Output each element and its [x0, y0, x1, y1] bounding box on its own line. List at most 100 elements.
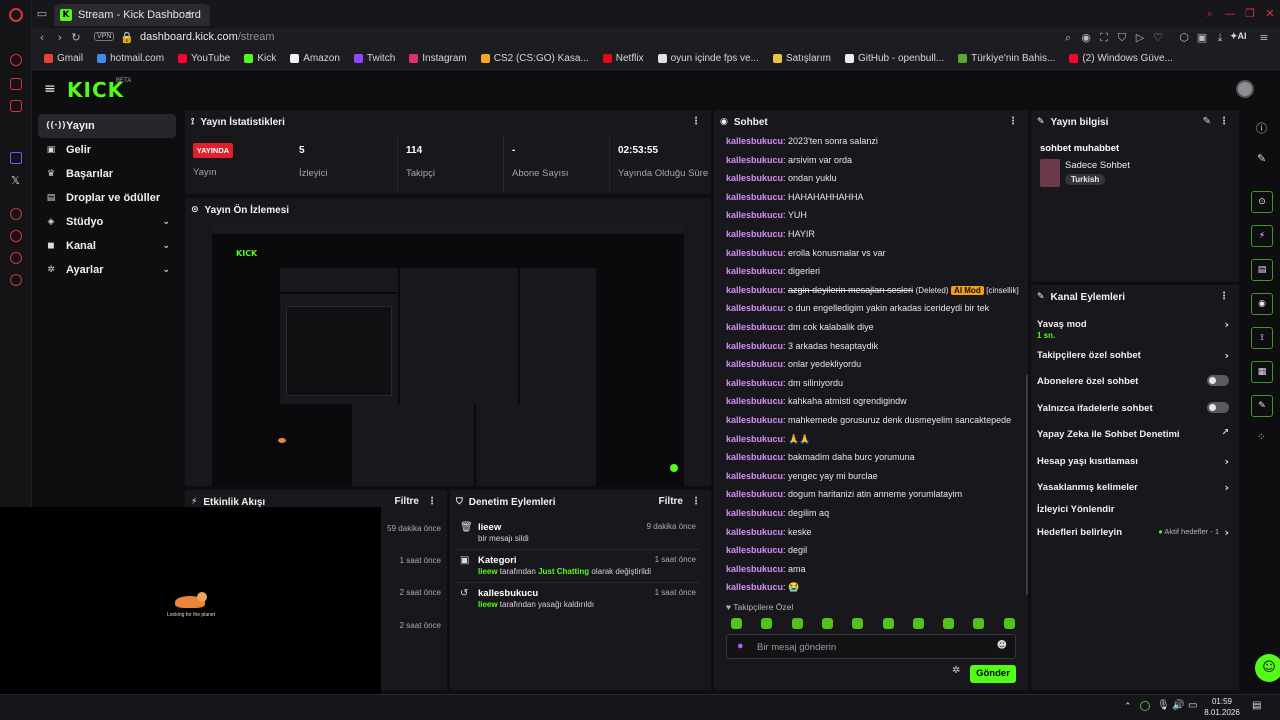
chat-username[interactable]: kallesbukucu [726, 508, 783, 518]
chat-message[interactable]: kallesbukucu: YUH [726, 210, 807, 220]
rail-target-button[interactable]: ⊙ [1251, 191, 1273, 213]
chat-message[interactable]: kallesbukucu: keske [726, 527, 812, 537]
chat-username[interactable]: kallesbukucu [726, 173, 783, 183]
sidebar-item-droplar-ve-d-ller[interactable]: ▤ Droplar ve ödüller [38, 186, 176, 210]
rail-chat-button[interactable]: ◉ [1251, 293, 1273, 315]
bookmark-item[interactable]: Instagram [409, 53, 467, 64]
x-icon[interactable]: 𝕏 [11, 174, 20, 187]
bookmark-item[interactable]: (2) Windows Güve... [1069, 53, 1173, 64]
bookmark-item[interactable]: hotmail.com [97, 53, 164, 64]
chat-message[interactable]: kallesbukucu: dm cok kalabalik diye [726, 322, 874, 332]
bookmark-item[interactable]: Gmail [44, 53, 83, 64]
subs-chat-toggle[interactable] [1207, 375, 1229, 386]
chat-username[interactable]: kallesbukucu [726, 396, 783, 406]
play-icon[interactable]: ▷ [1134, 32, 1146, 44]
bookmark-item[interactable]: Twitch [353, 53, 395, 64]
age-restrict-row[interactable]: Hesap yaşı kısıtlaması › [1037, 455, 1229, 468]
bookmark-item[interactable]: Netflix [602, 53, 644, 64]
shield-icon[interactable]: ⛉ [1116, 32, 1128, 44]
chat-username[interactable]: kallesbukucu [726, 564, 783, 574]
chat-message[interactable]: kallesbukucu: dm siliniyordu [726, 378, 843, 388]
chat-message[interactable]: kallesbukucu: 2023'ten sonra salanzi [726, 136, 878, 146]
stream-preview-video[interactable]: KICK [212, 222, 684, 486]
bookmark-item[interactable]: YouTube [178, 53, 230, 64]
emote-icon[interactable] [731, 618, 742, 629]
slow-mode-row[interactable]: Yavaş mod › [1037, 318, 1229, 331]
close-window-button[interactable]: ✕ [1264, 8, 1276, 20]
sidebar-item-st-dyo[interactable]: ◈ Stüdyo ⌄ [38, 210, 176, 234]
emoji-icon[interactable]: ☻ [997, 640, 1007, 651]
player-icon[interactable] [10, 208, 22, 220]
chat-username[interactable]: kallesbukucu [726, 303, 783, 313]
chevron-down-icon[interactable]: ⌄ [162, 265, 170, 275]
chat-username[interactable]: kallesbukucu [726, 434, 783, 444]
chat-message[interactable]: kallesbukucu: mahkemede gorusuruz denk d… [726, 415, 1011, 425]
sidebar-item-kanal[interactable]: ◼ Kanal ⌄ [38, 234, 176, 258]
chat-message[interactable]: kallesbukucu: digerleri [726, 266, 820, 276]
back-icon[interactable]: ‹ [36, 32, 48, 44]
reload-icon[interactable]: ↻ [70, 32, 82, 44]
mod-action-item[interactable]: ↺ kallesbukucu 1 saat önce lieew tarafın… [456, 584, 700, 616]
bookmark-item[interactable]: Satışlarım [772, 53, 831, 64]
chat-username[interactable]: kallesbukucu [726, 527, 783, 537]
forward-icon[interactable]: › [54, 32, 66, 44]
sidebar-item-gelir[interactable]: ▣ Gelir [38, 138, 176, 162]
avatar[interactable] [1236, 80, 1254, 98]
emote-icon[interactable] [912, 618, 924, 629]
chevron-down-icon[interactable]: ⌄ [162, 241, 170, 251]
extensions-icon[interactable]: ⬡ [1178, 32, 1190, 44]
history-icon[interactable] [10, 230, 22, 242]
heart-icon[interactable]: ♡ [1152, 32, 1164, 44]
snapshot-icon[interactable]: ⛶ [1098, 32, 1110, 44]
messenger-icon[interactable] [10, 78, 22, 90]
hamburger-menu-icon[interactable]: ≡ [44, 82, 56, 96]
chat-username[interactable]: kallesbukucu [726, 285, 783, 295]
bookmark-item[interactable]: oyun içinde fps ve... [657, 53, 759, 64]
emotes-chat-row[interactable]: Yalnızca ifadelerle sohbet [1037, 402, 1229, 414]
info-icon[interactable]: ⓘ [1256, 120, 1267, 136]
chat-message[interactable]: kallesbukucu: ama [726, 564, 806, 574]
chat-scrollbar[interactable] [1026, 375, 1028, 595]
mod-action-item[interactable]: ▣ Kategori 1 saat önce lieew tarafından … [456, 551, 700, 583]
chat-more-icon[interactable]: ⋮ [1008, 116, 1018, 127]
notifications-icon[interactable]: ▤ [1252, 700, 1261, 711]
rail-broadcast-button[interactable]: ⟟ [1251, 327, 1273, 349]
chat-message[interactable]: kallesbukucu: yengec yay mi burclae [726, 471, 878, 481]
chat-username[interactable]: kallesbukucu [726, 229, 783, 239]
bookmark-item[interactable]: Türkiye'nin Bahis... [958, 53, 1055, 64]
chat-message[interactable]: kallesbukucu: ondan yuklu [726, 173, 837, 183]
chat-username[interactable]: kallesbukucu [726, 471, 783, 481]
twitch-icon[interactable] [10, 152, 22, 164]
emote-icon[interactable] [943, 618, 955, 629]
tray-app-icon[interactable] [1140, 701, 1150, 711]
maximize-button[interactable]: ❐ [1244, 8, 1256, 20]
settings-icon[interactable] [10, 274, 22, 286]
edit-icon[interactable]: ✎ [1257, 152, 1266, 165]
chat-username[interactable]: kallesbukucu [726, 489, 783, 499]
emote-icon[interactable] [852, 618, 864, 629]
emote-icon[interactable] [882, 618, 894, 629]
zoom-icon[interactable]: ⌕ [1062, 32, 1074, 44]
menu-icon[interactable]: ≡ [1258, 32, 1270, 44]
chat-message[interactable]: kallesbukucu: HAYIR [726, 229, 815, 239]
emotes-chat-toggle[interactable] [1207, 402, 1229, 413]
chat-message[interactable]: kallesbukucu: kahkaha atmisti ogrendigin… [726, 396, 907, 406]
chat-username[interactable]: kallesbukucu [726, 582, 783, 592]
rail-bolt-button[interactable]: ⚡ [1251, 225, 1273, 247]
mic-icon[interactable]: ● [737, 640, 744, 652]
emote-icon[interactable] [761, 618, 773, 629]
rail-layers-button[interactable]: ▦ [1251, 361, 1273, 383]
chat-username[interactable]: kallesbukucu [726, 359, 783, 369]
moderation-filter-button[interactable]: Filtre [659, 496, 683, 507]
chat-message[interactable]: kallesbukucu: azgin deyilerin mesajları … [726, 285, 1019, 295]
chat-fab-button[interactable]: ☺ [1255, 654, 1280, 682]
sidebar-item-ba-ar-lar[interactable]: ♛ Başarılar [38, 162, 176, 186]
bookmark-item[interactable]: Kick [244, 53, 276, 64]
chat-message[interactable]: kallesbukucu: 🙏🙏 [726, 434, 810, 445]
emote-icon[interactable] [821, 618, 833, 629]
chat-username[interactable]: kallesbukucu [726, 415, 783, 425]
bookmark-item[interactable]: CS2 (CS:GO) Kasa... [480, 53, 589, 64]
opera-logo-icon[interactable] [9, 8, 23, 22]
mic-icon[interactable]: 🎙 [1157, 700, 1170, 711]
tray-chevron-icon[interactable]: ⌃ [1124, 701, 1132, 712]
